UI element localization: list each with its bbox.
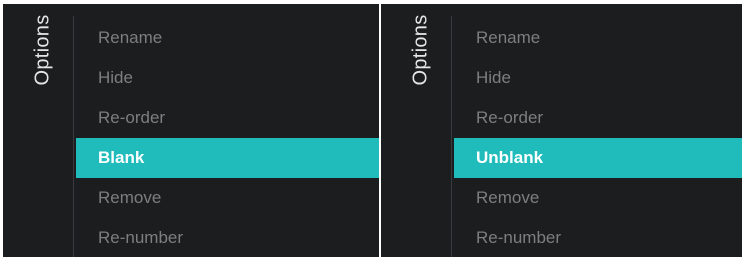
options-menu: Rename Hide Re-order Unblank Remove Re-n… bbox=[454, 18, 742, 257]
menu-divider bbox=[73, 16, 74, 257]
menu-item-hide[interactable]: Hide bbox=[76, 58, 379, 98]
menu-item-re-number[interactable]: Re-number bbox=[454, 218, 742, 257]
menu-item-unblank[interactable]: Unblank bbox=[454, 138, 742, 178]
menu-divider bbox=[451, 16, 452, 257]
menu-item-rename[interactable]: Rename bbox=[76, 18, 379, 58]
menu-item-hide[interactable]: Hide bbox=[454, 58, 742, 98]
menu-item-re-order[interactable]: Re-order bbox=[454, 98, 742, 138]
options-title: Options bbox=[3, 4, 73, 257]
options-title-label: Options bbox=[31, 14, 54, 86]
menu-item-remove[interactable]: Remove bbox=[454, 178, 742, 218]
menu-item-remove[interactable]: Remove bbox=[76, 178, 379, 218]
menu-item-rename[interactable]: Rename bbox=[454, 18, 742, 58]
options-menu-panel-right: Options Rename Hide Re-order Unblank Rem… bbox=[381, 4, 742, 257]
menu-item-blank[interactable]: Blank bbox=[76, 138, 379, 178]
options-title-label: Options bbox=[409, 14, 432, 86]
options-menu: Rename Hide Re-order Blank Remove Re-num… bbox=[76, 18, 379, 257]
options-menu-panel-left: Options Rename Hide Re-order Blank Remov… bbox=[3, 4, 379, 257]
menu-item-re-number[interactable]: Re-number bbox=[76, 218, 379, 257]
menu-item-re-order[interactable]: Re-order bbox=[76, 98, 379, 138]
options-title: Options bbox=[381, 4, 451, 257]
